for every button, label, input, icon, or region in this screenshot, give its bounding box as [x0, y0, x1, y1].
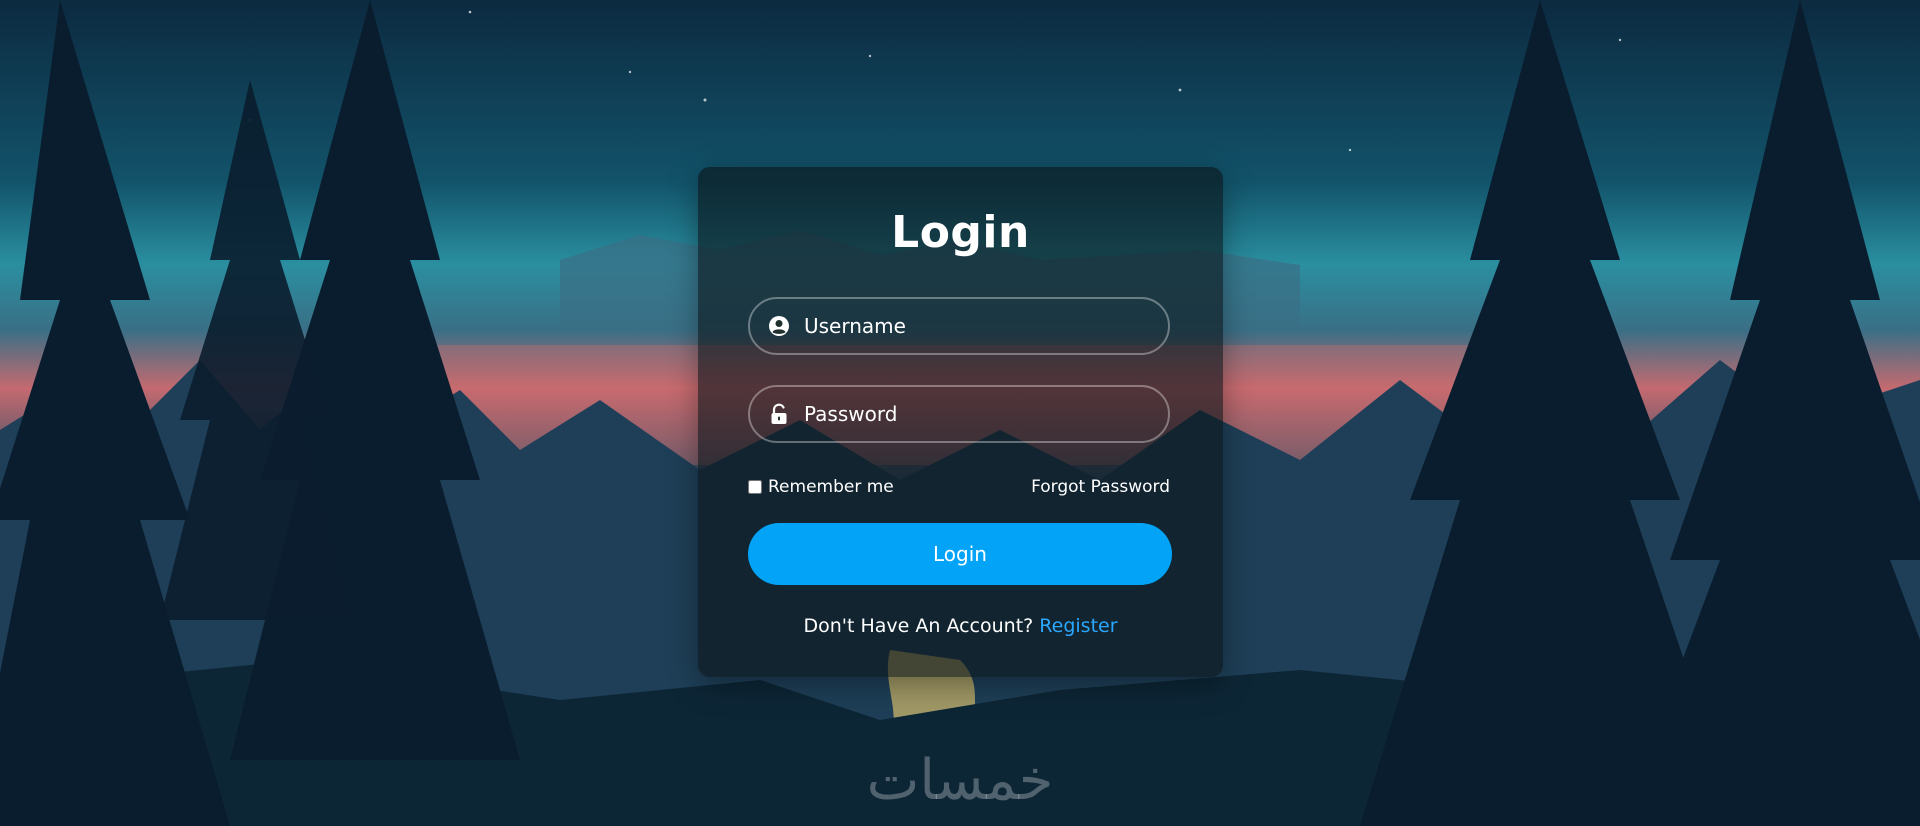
remember-me-checkbox[interactable]	[748, 480, 762, 494]
user-circle-icon	[768, 315, 790, 337]
options-row: Remember me Forgot Password	[748, 474, 1170, 500]
password-field[interactable]	[748, 385, 1170, 443]
register-prompt: Don't Have An Account? Register	[698, 615, 1223, 637]
no-account-text: Don't Have An Account?	[803, 615, 1034, 637]
watermark: خمسات	[866, 748, 1054, 813]
login-title: Login	[891, 207, 1030, 258]
password-input[interactable]	[804, 402, 1168, 426]
register-link[interactable]: Register	[1039, 615, 1117, 637]
username-field[interactable]	[748, 297, 1170, 355]
remember-me[interactable]: Remember me	[748, 477, 894, 497]
forgot-password-link[interactable]: Forgot Password	[1031, 477, 1170, 497]
username-input[interactable]	[804, 314, 1168, 338]
login-button[interactable]: Login	[748, 523, 1172, 585]
remember-me-label: Remember me	[768, 477, 894, 497]
unlock-icon	[768, 403, 790, 425]
login-card: Login Remember me Forgot Password Log	[698, 167, 1223, 677]
